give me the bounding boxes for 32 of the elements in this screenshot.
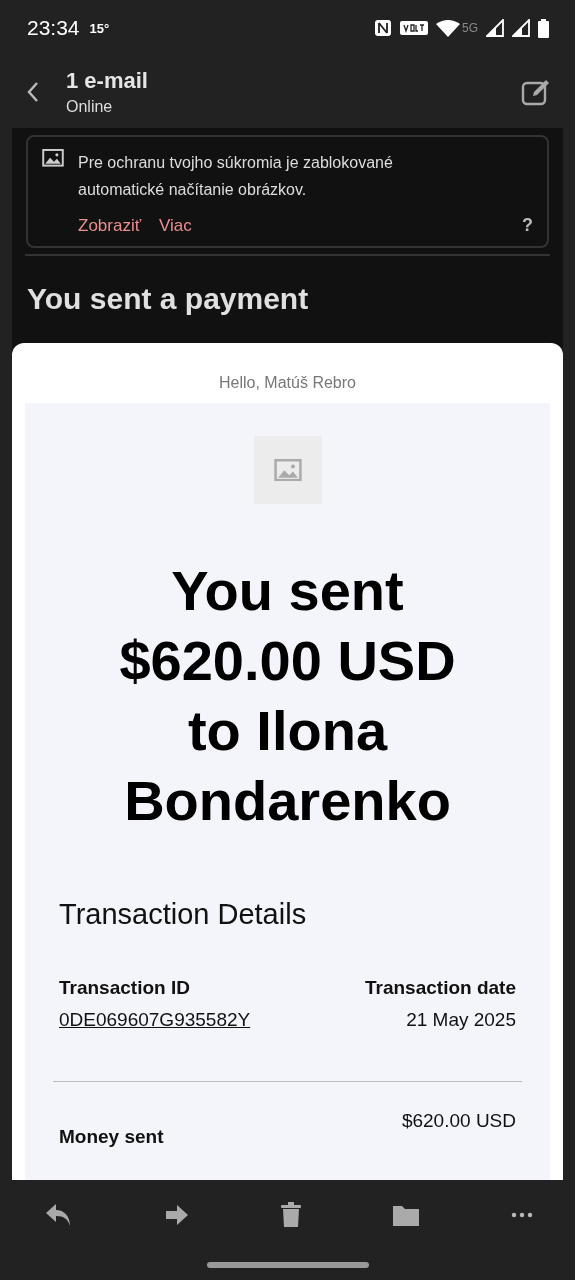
detail-label: Money sent: [59, 1126, 164, 1148]
trash-icon: [279, 1202, 302, 1228]
email-subject: You sent a payment: [27, 282, 310, 316]
section-title: Transaction Details: [59, 898, 308, 931]
image-icon: [42, 149, 64, 167]
back-icon: [26, 81, 40, 103]
payment-headline: You sent $620.00 USD to Ilona Bondarenko: [118, 558, 457, 834]
temperature: 15°: [89, 20, 110, 36]
compose-icon: [521, 78, 551, 106]
signal-icon: [486, 19, 504, 37]
image-icon: [273, 458, 302, 482]
transaction-id-link[interactable]: 0DE069607G935582Y: [59, 1009, 251, 1031]
network-type: 5G: [462, 20, 478, 35]
volte-icon: [400, 21, 428, 35]
header-title: 1 e-mail: [66, 68, 148, 94]
notice-link[interactable]: Viac: [159, 215, 192, 236]
detail-value: $620.00 USD: [401, 1110, 516, 1133]
detail-label: Transaction ID: [59, 977, 190, 999]
notice-text: Pre ochranu tvojho súkromia je zablokované automatické načítanie obrázkov.: [78, 153, 394, 200]
notice-link[interactable]: Zobraziť: [78, 215, 142, 236]
battery-icon: [538, 18, 549, 38]
wifi-icon: [436, 19, 460, 37]
signal-icon: [512, 19, 530, 37]
more-icon: [511, 1212, 533, 1218]
help-button[interactable]: ?: [522, 215, 533, 236]
clock-time: 23:34: [27, 16, 80, 40]
nfc-icon: [374, 19, 392, 37]
detail-value: 21 May 2025: [406, 1009, 516, 1031]
header-subtitle: Online: [66, 98, 114, 116]
forward-icon: [163, 1203, 190, 1227]
detail-label: Transaction date: [365, 977, 516, 999]
greeting: Hello, Matúš Rebro: [218, 373, 357, 393]
